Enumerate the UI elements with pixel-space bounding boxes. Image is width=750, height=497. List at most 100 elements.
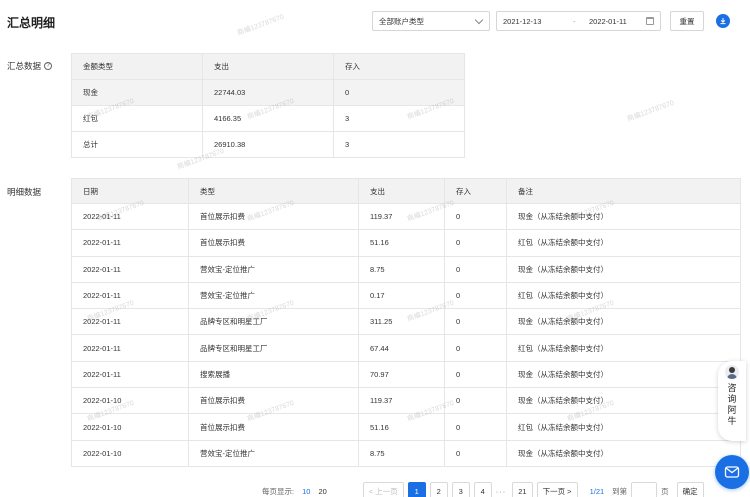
date-start[interactable]: 2021-12-13 (503, 17, 573, 26)
page-unit-label: 页 (661, 486, 669, 496)
page-title: 汇总明细 (7, 16, 56, 30)
watermark-text: 商编123787670 (626, 99, 675, 124)
account-type-select[interactable]: 全部账户类型 (372, 11, 490, 31)
detail-note-cell: 现金（从冻结余额中支付） (506, 387, 741, 415)
reset-button[interactable]: 重置 (670, 11, 704, 31)
detail-in-cell: 0 (444, 202, 507, 231)
detail-type-cell: 品牌专区和明星工厂 (188, 334, 359, 362)
summary-row: 总计 26910.38 3 (71, 131, 465, 158)
summary-row: 现金 22744.03 0 (71, 79, 465, 106)
detail-table: 日期 类型 支出 存入 备注 2022-01-11 首位展示扣费 119.37 0 现金… (71, 178, 741, 467)
avatar (725, 365, 739, 379)
table-row: 2022-01-11 品牌专区和明星工厂 67.44 0 红包（从冻结余额中支付） (71, 334, 741, 362)
detail-in-cell: 0 (444, 334, 507, 362)
detail-date-cell: 2022-01-11 (71, 229, 189, 257)
detail-header-row: 日期 类型 支出 存入 备注 (71, 178, 741, 204)
detail-in-cell: 0 (444, 229, 507, 257)
chat-button[interactable] (715, 455, 749, 489)
detail-type-cell: 营效宝-定位推广 (188, 439, 359, 467)
detail-date-cell: 2022-01-11 (71, 202, 189, 231)
date-range-picker[interactable]: 2021-12-13 - 2022-01-11 (496, 11, 661, 31)
detail-out-cell: 70.97 (358, 360, 445, 389)
detail-date-cell: 2022-01-10 (71, 387, 189, 415)
page-ellipsis: ··· (495, 486, 507, 496)
goto-confirm-button[interactable]: 确定 (676, 482, 704, 497)
account-type-value: 全部账户类型 (379, 16, 424, 26)
detail-out-cell: 67.44 (358, 334, 445, 362)
detail-in-cell: 0 (444, 413, 507, 441)
consult-aniu-panel[interactable]: 咨询阿牛 (718, 361, 746, 441)
goto-page-input[interactable] (631, 482, 658, 497)
detail-out-cell: 8.75 (358, 439, 445, 467)
detail-out-cell: 8.75 (358, 255, 445, 283)
filter-toolbar: 全部账户类型 2021-12-13 - 2022-01-11 重置 (372, 11, 730, 31)
table-row: 2022-01-11 营效宝-定位推广 0.17 0 红包（从冻结余额中支付） (71, 281, 741, 310)
summary-header-cell: 金额类型 (71, 53, 203, 80)
summary-header-cell: 支出 (202, 53, 334, 80)
summary-type-cell: 总计 (71, 131, 203, 158)
summary-in-cell: 3 (333, 131, 465, 158)
table-row: 2022-01-10 营效宝-定位推广 8.75 0 现金（从冻结余额中支付） (71, 439, 741, 467)
download-button[interactable] (716, 14, 730, 28)
detail-out-cell: 51.16 (358, 229, 445, 257)
detail-header-cell: 日期 (71, 178, 189, 204)
detail-in-cell: 0 (444, 439, 507, 467)
detail-note-cell: 现金（从冻结余额中支付） (506, 308, 741, 336)
detail-header-cell: 支出 (358, 178, 445, 204)
page-button[interactable]: 3 (451, 482, 470, 497)
table-row: 2022-01-11 首位展示扣费 119.37 0 现金（从冻结余额中支付） (71, 202, 741, 231)
page-button[interactable]: 1 (407, 482, 426, 497)
detail-label-text: 明细数据 (7, 187, 42, 197)
summary-table: 金额类型 支出 存入 现金 22744.03 0 红包 4166.35 3 总计… (71, 53, 465, 158)
detail-note-cell: 现金（从冻结余额中支付） (506, 202, 741, 231)
detail-date-cell: 2022-01-11 (71, 281, 189, 310)
page-size-option[interactable]: 10 (302, 487, 310, 496)
detail-in-cell: 0 (444, 387, 507, 415)
summary-type-cell: 红包 (71, 105, 203, 132)
detail-type-cell: 首位展示扣费 (188, 413, 359, 441)
table-row: 2022-01-11 营效宝-定位推广 8.75 0 现金（从冻结余额中支付） (71, 255, 741, 283)
detail-header-cell: 备注 (506, 178, 741, 204)
detail-out-cell: 119.37 (358, 202, 445, 231)
detail-type-cell: 首位展示扣费 (188, 387, 359, 415)
detail-in-cell: 0 (444, 360, 507, 389)
summary-out-cell: 22744.03 (202, 79, 334, 106)
summary-in-cell: 3 (333, 105, 465, 132)
page-button[interactable]: 2 (429, 482, 448, 497)
detail-in-cell: 0 (444, 308, 507, 336)
summary-out-cell: 26910.38 (202, 131, 334, 158)
pagination: 每页显示: 10 20 < 上一页 1 2 3 4 ··· 21 下一页 > 1… (262, 482, 708, 497)
page-size-option[interactable]: 20 (318, 487, 326, 496)
detail-note-cell: 现金（从冻结余额中支付） (506, 439, 741, 467)
help-icon[interactable]: ? (44, 62, 53, 70)
detail-in-cell: 0 (444, 255, 507, 283)
table-row: 2022-01-10 首位展示扣费 119.37 0 现金（从冻结余额中支付） (71, 387, 741, 415)
summary-out-cell: 4166.35 (202, 105, 334, 132)
detail-out-cell: 51.16 (358, 413, 445, 441)
summary-type-cell: 现金 (71, 79, 203, 106)
summary-in-cell: 0 (333, 79, 465, 106)
date-end[interactable]: 2022-01-11 (589, 17, 646, 26)
summary-label-text: 汇总数据 (7, 61, 42, 71)
detail-out-cell: 311.25 (358, 308, 445, 336)
detail-note-cell: 红包（从冻结余额中支付） (506, 413, 741, 441)
table-row: 2022-01-11 搜索展播 70.97 0 现金（从冻结余额中支付） (71, 360, 741, 389)
detail-note-cell: 红包（从冻结余额中支付） (506, 281, 741, 310)
summary-header-row: 金额类型 支出 存入 (71, 53, 465, 80)
detail-type-cell: 营效宝-定位推广 (188, 255, 359, 283)
last-page-button[interactable]: 21 (512, 482, 533, 497)
detail-type-cell: 搜索展播 (188, 360, 359, 389)
page-button[interactable]: 4 (473, 482, 492, 497)
detail-out-cell: 119.37 (358, 387, 445, 415)
detail-date-cell: 2022-01-11 (71, 308, 189, 336)
page-total: 1/21 (589, 486, 605, 496)
detail-note-cell: 现金（从冻结余额中支付） (506, 255, 741, 283)
next-page-button[interactable]: 下一页 > (536, 482, 578, 497)
summary-header-cell: 存入 (333, 53, 465, 80)
prev-page-button[interactable]: < 上一页 (362, 482, 404, 497)
detail-section-label: 明细数据 (7, 186, 41, 198)
detail-header-cell: 存入 (444, 178, 507, 204)
summary-row: 红包 4166.35 3 (71, 105, 465, 132)
detail-note-cell: 红包（从冻结余额中支付） (506, 334, 741, 362)
table-row: 2022-01-10 首位展示扣费 51.16 0 红包（从冻结余额中支付） (71, 413, 741, 441)
